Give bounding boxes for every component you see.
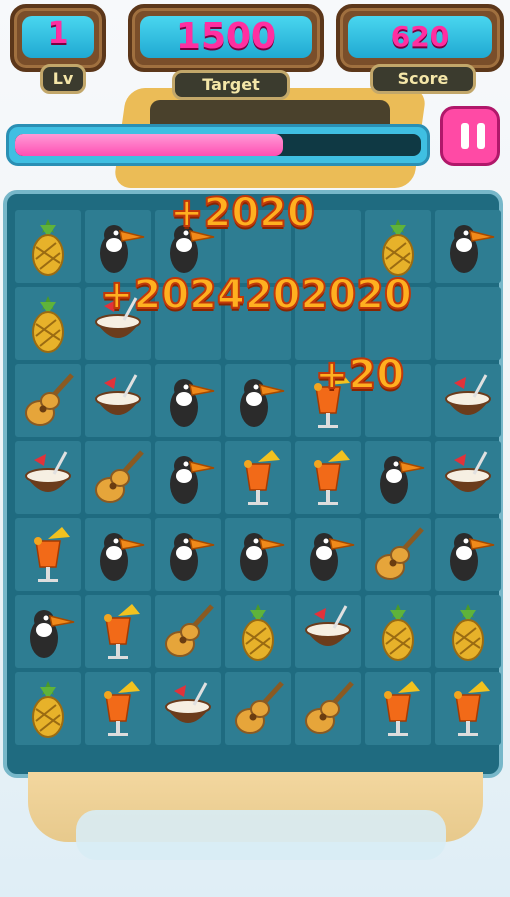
cocktail-icon [384,680,420,736]
toucan-icon [310,532,355,581]
tile-toucan[interactable] [155,441,221,514]
tile-cocktail[interactable] [85,595,151,668]
tile-coconut[interactable] [15,441,81,514]
toucan-icon [30,609,75,658]
progress-bar [6,124,430,166]
tile-coconut[interactable] [85,364,151,437]
tile-pineapple[interactable] [15,672,81,745]
pineapple-icon [32,680,64,738]
pineapple-icon [32,218,64,276]
pause-button[interactable] [440,106,500,166]
tile-cocktail[interactable] [295,441,361,514]
tile-toucan[interactable] [15,595,81,668]
tile-toucan[interactable] [295,518,361,591]
target-label: Target [172,70,290,100]
guitar-icon [375,526,424,580]
score-value: 620 [390,20,450,53]
tile-guitar[interactable] [365,518,431,591]
tile-cell-cleared[interactable] [435,287,501,360]
target-panel: 1500 [128,4,324,72]
tile-guitar[interactable] [225,672,291,745]
score-label: Score [370,64,476,94]
tile-coconut[interactable] [155,672,221,745]
toucan-icon [380,455,425,504]
pineapple-icon [452,603,484,661]
cocktail-icon [454,680,490,736]
toucan-icon [240,378,285,427]
toucan-icon [170,532,215,581]
target-value: 1500 [175,16,277,57]
tile-cocktail[interactable] [225,441,291,514]
guitar-icon [95,449,144,503]
pause-icon [461,123,469,149]
cocktail-icon [104,680,140,736]
tile-cocktail[interactable] [365,672,431,745]
tile-pineapple[interactable] [225,595,291,668]
floating-score-2: +2024202020 [99,271,413,319]
toucan-icon [170,455,215,504]
tile-pineapple[interactable] [15,210,81,283]
tray [76,810,446,860]
tile-toucan[interactable] [225,364,291,437]
toucan-icon [450,224,495,273]
tile-pineapple[interactable] [435,595,501,668]
tile-cocktail[interactable] [15,518,81,591]
coconut-icon [445,373,491,415]
toucan-icon [170,378,215,427]
progress-fill [15,134,283,156]
level-value: 1 [47,16,69,51]
guitar-icon [305,680,354,734]
guitar-icon [235,680,284,734]
tile-cocktail[interactable] [435,672,501,745]
cocktail-icon [244,449,280,505]
level-panel: 1 [10,4,106,72]
tile-toucan[interactable] [85,518,151,591]
guitar-icon [165,603,214,657]
floating-score-3: +20 [314,351,405,399]
score-panel: 620 [336,4,504,72]
tile-guitar[interactable] [15,364,81,437]
tile-guitar[interactable] [295,672,361,745]
tile-toucan[interactable] [155,364,221,437]
coconut-icon [25,450,71,492]
pineapple-icon [32,295,64,353]
toucan-icon [450,532,495,581]
tile-pineapple[interactable] [365,595,431,668]
coconut-icon [445,450,491,492]
tile-coconut[interactable] [435,441,501,514]
toucan-icon [100,532,145,581]
toucan-icon [240,532,285,581]
guitar-icon [25,372,74,426]
tile-guitar[interactable] [155,595,221,668]
tile-pineapple[interactable] [15,287,81,360]
tile-coconut[interactable] [435,364,501,437]
tile-guitar[interactable] [85,441,151,514]
tile-toucan[interactable] [225,518,291,591]
tile-coconut[interactable] [295,595,361,668]
cocktail-icon [34,526,70,582]
level-label: Lv [40,64,86,94]
toucan-icon [100,224,145,273]
pineapple-icon [242,603,274,661]
tile-cocktail[interactable] [85,672,151,745]
pineapple-icon [382,603,414,661]
tile-toucan[interactable] [155,518,221,591]
tile-toucan[interactable] [435,518,501,591]
cocktail-icon [314,449,350,505]
pineapple-icon [382,218,414,276]
coconut-icon [95,373,141,415]
coconut-icon [165,681,211,723]
cocktail-icon [104,603,140,659]
tile-toucan[interactable] [435,210,501,283]
tile-toucan[interactable] [365,441,431,514]
coconut-icon [305,604,351,646]
floating-score-1: +2020 [169,189,316,237]
